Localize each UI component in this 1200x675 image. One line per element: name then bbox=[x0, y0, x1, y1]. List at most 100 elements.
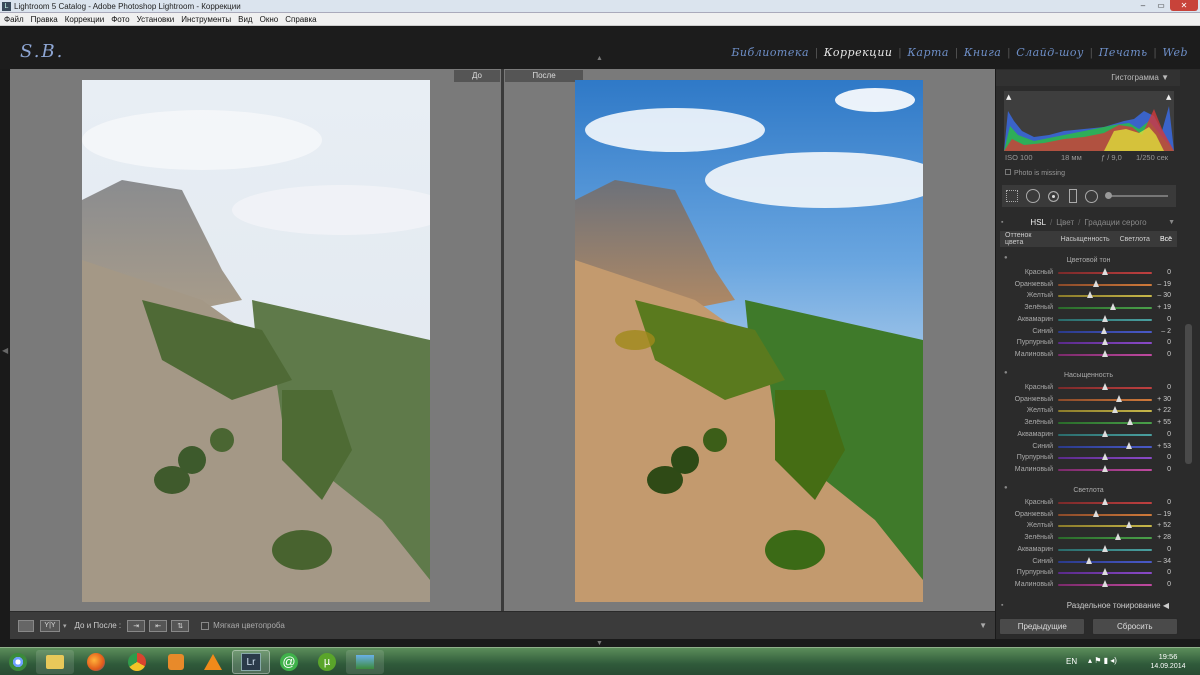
media-player-icon[interactable] bbox=[157, 650, 195, 674]
slider-knob[interactable] bbox=[1085, 556, 1092, 564]
slider-knob[interactable] bbox=[1092, 509, 1099, 517]
vlc-icon[interactable] bbox=[194, 650, 232, 674]
slider-value[interactable]: – 19 bbox=[1157, 509, 1171, 520]
view-dropdown-icon[interactable]: ▾ bbox=[63, 622, 67, 630]
module-library[interactable]: Библиотека bbox=[725, 46, 815, 59]
slider-track[interactable] bbox=[1058, 525, 1152, 528]
module-print[interactable]: Печать bbox=[1093, 46, 1154, 59]
slider-value[interactable]: – 34 bbox=[1157, 556, 1171, 567]
utorrent-icon[interactable]: µ bbox=[308, 650, 346, 674]
firefox-icon[interactable] bbox=[77, 650, 115, 674]
slider-knob[interactable] bbox=[1092, 279, 1099, 287]
collapse-left-panel-icon[interactable]: ◀ bbox=[2, 346, 8, 355]
after-photo[interactable] bbox=[575, 80, 923, 602]
previous-button[interactable]: Предыдущие bbox=[999, 617, 1086, 635]
tab-hsl[interactable]: HSL bbox=[1030, 218, 1046, 227]
slider-value[interactable]: 0 bbox=[1167, 497, 1171, 508]
before-photo[interactable] bbox=[82, 80, 430, 602]
slider-track[interactable] bbox=[1058, 422, 1152, 425]
subtab-saturation[interactable]: Насыщенность bbox=[1056, 236, 1115, 243]
split-toning-collapse-icon[interactable]: ▪ bbox=[1001, 599, 1003, 613]
image-viewer-icon[interactable] bbox=[346, 650, 384, 674]
slider-track[interactable] bbox=[1058, 560, 1152, 563]
copy-before-to-after-button[interactable]: ⇥ bbox=[127, 619, 146, 632]
slider-knob[interactable] bbox=[1101, 568, 1108, 576]
histogram-header[interactable]: Гистограмма ▼ bbox=[996, 70, 1181, 86]
module-map[interactable]: Карта bbox=[901, 46, 955, 59]
slider-knob[interactable] bbox=[1110, 303, 1117, 311]
slider-value[interactable]: 0 bbox=[1167, 579, 1171, 590]
explorer-icon[interactable] bbox=[36, 650, 74, 674]
slider-value[interactable]: 0 bbox=[1167, 337, 1171, 348]
scrollbar-thumb[interactable] bbox=[1185, 324, 1192, 464]
slider-value[interactable]: – 2 bbox=[1161, 326, 1171, 337]
hsl-chevron-icon[interactable]: ▼ bbox=[1168, 219, 1175, 226]
start-button[interactable] bbox=[4, 650, 32, 674]
slider-knob[interactable] bbox=[1125, 521, 1132, 529]
collapse-filmstrip-icon[interactable]: ▼ bbox=[596, 640, 603, 647]
slider-knob[interactable] bbox=[1111, 406, 1118, 414]
slider-value[interactable]: + 30 bbox=[1157, 394, 1171, 405]
module-develop[interactable]: Коррекции bbox=[818, 46, 899, 59]
slider-knob[interactable] bbox=[1101, 464, 1108, 472]
collapse-top-panel-icon[interactable]: ▲ bbox=[596, 55, 603, 62]
slider-knob[interactable] bbox=[1101, 338, 1108, 346]
slider-value[interactable]: 0 bbox=[1167, 314, 1171, 325]
slider-knob[interactable] bbox=[1101, 429, 1108, 437]
slider-track[interactable] bbox=[1058, 513, 1152, 516]
close-button[interactable]: ✕ bbox=[1170, 0, 1198, 11]
slider-knob[interactable] bbox=[1115, 394, 1122, 402]
menu-view[interactable]: Вид bbox=[238, 15, 252, 24]
slider-knob[interactable] bbox=[1100, 326, 1107, 334]
slider-value[interactable]: – 19 bbox=[1157, 279, 1171, 290]
slider-knob[interactable] bbox=[1101, 498, 1108, 505]
slider-knob[interactable] bbox=[1101, 349, 1108, 357]
slider-value[interactable]: + 53 bbox=[1157, 441, 1171, 452]
tab-color[interactable]: Цвет bbox=[1056, 218, 1074, 227]
slider-knob[interactable] bbox=[1101, 268, 1108, 275]
toolbar-menu-chevron-icon[interactable]: ▼ bbox=[979, 621, 987, 630]
slider-value[interactable]: + 22 bbox=[1157, 405, 1171, 416]
crop-tool-icon[interactable] bbox=[1006, 190, 1018, 202]
slider-track[interactable] bbox=[1058, 283, 1152, 286]
maximize-button[interactable]: ▭ bbox=[1152, 0, 1170, 11]
slider-track[interactable] bbox=[1058, 537, 1152, 540]
mail-agent-icon[interactable]: @ bbox=[270, 650, 308, 674]
slider-value[interactable]: 0 bbox=[1167, 349, 1171, 360]
spot-removal-icon[interactable] bbox=[1026, 189, 1040, 203]
slider-knob[interactable] bbox=[1127, 418, 1134, 426]
radial-filter-icon[interactable] bbox=[1085, 189, 1098, 203]
slider-knob[interactable] bbox=[1101, 453, 1108, 461]
reset-button[interactable]: Сбросить bbox=[1091, 617, 1178, 635]
slider-value[interactable]: 0 bbox=[1167, 429, 1171, 440]
subtab-hue[interactable]: Оттенок цвета bbox=[1000, 232, 1056, 246]
slider-track[interactable] bbox=[1058, 410, 1152, 413]
minimize-button[interactable]: – bbox=[1134, 0, 1152, 11]
subtab-all[interactable]: Всё bbox=[1155, 236, 1177, 243]
clock-date[interactable]: 14.09.2014 bbox=[1147, 663, 1189, 670]
menu-edit[interactable]: Правка bbox=[31, 15, 58, 24]
split-toning-header[interactable]: ▪ Раздельное тонирование ◀ bbox=[996, 599, 1181, 613]
menu-help[interactable]: Справка bbox=[285, 15, 316, 24]
subtab-luminance[interactable]: Светлота bbox=[1115, 236, 1155, 243]
slider-value[interactable]: + 55 bbox=[1157, 417, 1171, 428]
slider-track[interactable] bbox=[1058, 295, 1152, 298]
slider-value[interactable]: 0 bbox=[1167, 452, 1171, 463]
lightroom-taskbar-icon[interactable]: Lr bbox=[232, 650, 270, 674]
slider-value[interactable]: + 52 bbox=[1157, 520, 1171, 531]
brush-slider[interactable] bbox=[1105, 192, 1168, 199]
slider-value[interactable]: 0 bbox=[1167, 544, 1171, 555]
slider-track[interactable] bbox=[1058, 398, 1152, 401]
menu-tools[interactable]: Инструменты bbox=[181, 15, 231, 24]
slider-knob[interactable] bbox=[1101, 544, 1108, 552]
module-web[interactable]: Web bbox=[1157, 46, 1194, 59]
panel-scrollbar[interactable] bbox=[1180, 69, 1200, 639]
brush-knob[interactable] bbox=[1105, 192, 1112, 199]
menu-file[interactable]: Файл bbox=[4, 15, 24, 24]
soft-proof-checkbox[interactable] bbox=[201, 621, 210, 630]
slider-value[interactable]: 0 bbox=[1167, 567, 1171, 578]
red-eye-icon[interactable] bbox=[1048, 190, 1059, 202]
slider-knob[interactable] bbox=[1101, 383, 1108, 390]
slider-value[interactable]: – 30 bbox=[1157, 290, 1171, 301]
slider-value[interactable]: 0 bbox=[1167, 267, 1171, 278]
